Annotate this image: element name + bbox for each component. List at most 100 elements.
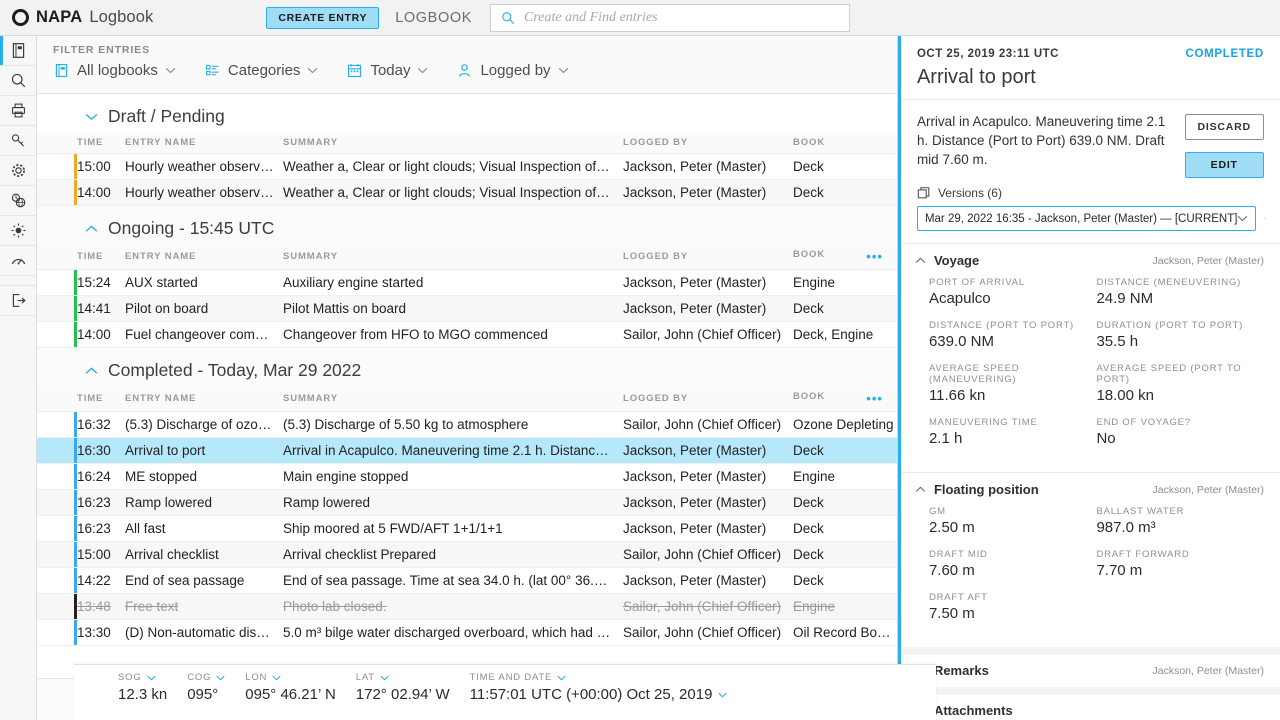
- table-row[interactable]: 16:32(5.3) Discharge of ozonedepl(5.3) D…: [37, 412, 897, 438]
- section-header-floating-position[interactable]: Floating positionJackson, Peter (Master): [901, 473, 1280, 506]
- entry-groups-scroll-area[interactable]: Draft / PendingTIMEENTRY NAMESUMMARYLOGG…: [37, 94, 897, 720]
- overflow-menu-icon[interactable]: •••: [866, 249, 883, 264]
- col-entry-name: ENTRY NAME: [125, 245, 283, 270]
- detail-field: PORT OF ARRIVALAcapulco: [929, 277, 1097, 307]
- table-row[interactable]: 15:24AUX startedAuxiliary engine started…: [37, 270, 897, 296]
- group-header[interactable]: Draft / Pending: [37, 94, 897, 133]
- status-item-lon[interactable]: LON095° 46.21’ N: [245, 672, 336, 703]
- cell-entry-name: End of sea passage: [125, 568, 283, 594]
- entry-table: TIMEENTRY NAMESUMMARYLOGGED BYBOOK•••16:…: [37, 387, 897, 646]
- chevron-down-icon: [380, 675, 389, 681]
- detail-sections: VoyageJackson, Peter (Master)PORT OF ARR…: [901, 243, 1280, 720]
- top-bar: NAPA Logbook CREATE ENTRY LOGBOOK Create…: [0, 0, 1280, 36]
- rail-item-performance[interactable]: [0, 246, 36, 276]
- col-summary: SUMMARY: [283, 133, 623, 154]
- chevron-up-icon: [915, 486, 926, 493]
- table-header-row: TIMEENTRY NAMESUMMARYLOGGED BYBOOK: [37, 133, 897, 154]
- cell-time: 16:30: [77, 438, 125, 464]
- field-label: GM: [929, 506, 1097, 517]
- cell-logged-by: Jackson, Peter (Master): [623, 438, 793, 464]
- field-label: BALLAST WATER: [1096, 506, 1264, 517]
- field-label: PORT OF ARRIVAL: [929, 277, 1097, 288]
- filter-categories[interactable]: Categories: [204, 62, 319, 79]
- table-row[interactable]: 14:22End of sea passageEnd of sea passag…: [37, 568, 897, 594]
- table-row[interactable]: 16:23Ramp loweredRamp loweredJackson, Pe…: [37, 490, 897, 516]
- cell-entry-name: Hourly weather observations: [125, 180, 283, 206]
- table-row[interactable]: 14:00Hourly weather observationsWeather …: [37, 180, 897, 206]
- table-row[interactable]: 16:23All fastShip moored at 5 FWD/AFT 1+…: [37, 516, 897, 542]
- search-box[interactable]: Create and Find entries: [490, 4, 850, 32]
- rail-item-logbook[interactable]: [0, 36, 36, 66]
- version-dropdown[interactable]: Mar 29, 2022 16:35 - Jackson, Peter (Mas…: [917, 206, 1257, 231]
- edit-button[interactable]: EDIT: [1185, 152, 1264, 178]
- col-entry-name: ENTRY NAME: [125, 387, 283, 412]
- cell-entry-name: Ramp lowered: [125, 490, 283, 516]
- filter-today[interactable]: Today: [346, 62, 428, 79]
- section-header-remarks[interactable]: RemarksJackson, Peter (Master): [901, 654, 1280, 687]
- table-row[interactable]: 15:00Arrival checklistArrival checklist …: [37, 542, 897, 568]
- timezone-icon: [10, 192, 27, 209]
- filter-all-logbooks[interactable]: All logbooks: [53, 62, 176, 79]
- chevron-up-icon: [85, 225, 98, 233]
- section-header-voyage[interactable]: VoyageJackson, Peter (Master): [901, 244, 1280, 277]
- section-header-attachments[interactable]: Attachments: [901, 694, 1280, 720]
- table-row[interactable]: 13:48Free textPhoto lab closed.Sailor, J…: [37, 594, 897, 620]
- rail-item-permissions[interactable]: [0, 126, 36, 156]
- categories-icon: [204, 62, 221, 79]
- overflow-menu-icon[interactable]: •••: [866, 391, 883, 406]
- table-row[interactable]: 13:30(D) Non-automatic discharge5.0 m³ b…: [37, 620, 897, 646]
- rail-item-print[interactable]: [0, 96, 36, 126]
- section-title: Floating position: [934, 482, 1039, 497]
- cell-book: Engine: [793, 270, 897, 296]
- field-value: 7.70 m: [1096, 562, 1264, 579]
- create-entry-button[interactable]: CREATE ENTRY: [266, 7, 379, 29]
- status-item-cog[interactable]: COG095°: [187, 672, 225, 703]
- row-status-bar: [37, 490, 77, 516]
- group-header[interactable]: Completed - Today, Mar 29 2022: [37, 348, 897, 387]
- rail-item-brightness[interactable]: [0, 216, 36, 246]
- left-icon-rail: [0, 36, 37, 720]
- status-value: 172° 02.94’ W: [356, 686, 450, 703]
- status-item-time-and-date[interactable]: TIME AND DATE 11:57:01 UTC (+00:00) Oct 2…: [470, 672, 728, 703]
- entry-groups: Draft / PendingTIMEENTRY NAMESUMMARYLOGG…: [37, 94, 897, 646]
- cell-time: 16:23: [77, 490, 125, 516]
- table-row[interactable]: 16:30Arrival to portArrival in Acapulco.…: [37, 438, 897, 464]
- col-time: TIME: [77, 245, 125, 270]
- filter-logged-by[interactable]: Logged by: [456, 62, 568, 79]
- status-value: 12.3 kn: [118, 686, 167, 703]
- field-value: 11.66 kn: [929, 387, 1097, 404]
- status-item-sog[interactable]: SOG12.3 kn: [118, 672, 167, 703]
- group-header[interactable]: Ongoing - 15:45 UTC: [37, 206, 897, 245]
- cell-time: 16:32: [77, 412, 125, 438]
- rail-item-search[interactable]: [0, 66, 36, 96]
- status-item-lat[interactable]: LAT172° 02.94’ W: [356, 672, 450, 703]
- versions-icon: [917, 186, 931, 200]
- detail-summary: Arrival in Acapulco. Maneuvering time 2.…: [917, 112, 1175, 178]
- rail-item-logout[interactable]: [0, 286, 36, 316]
- brand-subtitle: Logbook: [89, 8, 153, 27]
- discard-button[interactable]: DISCARD: [1185, 114, 1264, 140]
- table-row[interactable]: 16:24ME stoppedMain engine stoppedJackso…: [37, 464, 897, 490]
- cell-book: Deck: [793, 296, 897, 322]
- detail-field: GM2.50 m: [929, 506, 1097, 536]
- open-external-icon[interactable]: [1264, 211, 1265, 226]
- cell-entry-name: AUX started: [125, 270, 283, 296]
- rail-item-settings[interactable]: [0, 156, 36, 186]
- field-label: MANEUVERING TIME: [929, 417, 1097, 428]
- col-book: BOOK: [793, 133, 897, 154]
- col-summary: SUMMARY: [283, 387, 623, 412]
- row-status-bar: [37, 568, 77, 594]
- rail-item-timezone[interactable]: [0, 186, 36, 216]
- filter-chip-row: All logbooks Categories: [53, 62, 897, 79]
- tab-logbook[interactable]: LOGBOOK: [395, 10, 472, 26]
- cell-summary: Main engine stopped: [283, 464, 623, 490]
- table-row[interactable]: 14:00Fuel changeover commencedChangeover…: [37, 322, 897, 348]
- status-label-text: TIME AND DATE: [470, 672, 553, 683]
- search-input[interactable]: Create and Find entries: [524, 10, 658, 26]
- filter-bar: FILTER ENTRIES All logbooks: [37, 36, 897, 94]
- table-row[interactable]: 15:00Hourly weather observationsWeather …: [37, 154, 897, 180]
- filter-logged-by-label: Logged by: [480, 62, 550, 79]
- detail-title: Arrival to port: [917, 66, 1264, 89]
- table-row[interactable]: 14:41Pilot on boardPilot Mattis on board…: [37, 296, 897, 322]
- status-value: 11:57:01 UTC (+00:00) Oct 25, 2019: [470, 686, 728, 703]
